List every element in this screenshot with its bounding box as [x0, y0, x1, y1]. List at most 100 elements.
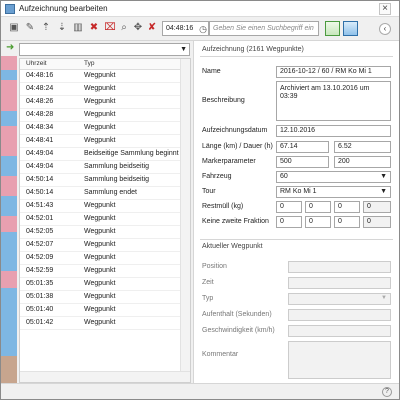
position-field[interactable]: [288, 261, 391, 273]
comment-label: Kommentar: [202, 351, 239, 358]
fraction-field-3[interactable]: 0: [334, 216, 360, 228]
table-row[interactable]: 04:48:26 Wegpunkt: [20, 96, 180, 109]
clock-icon[interactable]: ◷: [197, 23, 209, 35]
cell-time: 04:48:24: [26, 85, 54, 92]
length-field[interactable]: 67.14: [276, 141, 329, 153]
cell-type: Wegpunkt: [84, 228, 116, 235]
table-row[interactable]: 04:52:05 Wegpunkt: [20, 226, 180, 239]
map-toggle-button[interactable]: [343, 21, 358, 36]
arrow-right-icon[interactable]: ➜: [6, 43, 16, 53]
import-icon[interactable]: ⇣: [56, 22, 68, 34]
chevron-down-icon: ▼: [380, 188, 387, 195]
table-row[interactable]: 04:48:28 Wegpunkt: [20, 109, 180, 122]
magnifier-icon[interactable]: ⌕: [118, 22, 130, 34]
fraction-field-1[interactable]: 0: [276, 216, 302, 228]
tour-label: Tour: [202, 188, 216, 195]
table-row[interactable]: 04:49:04 Beidseitige Sammlung beginnt: [20, 148, 180, 161]
marker-label: Markerparameter: [202, 158, 256, 165]
export-icon[interactable]: ⇡: [40, 22, 52, 34]
cell-type: Wegpunkt: [84, 85, 116, 92]
time-field[interactable]: [288, 277, 391, 289]
status-bar: ?: [1, 383, 399, 399]
cell-time: 04:48:28: [26, 111, 54, 118]
cell-time: 04:51:43: [26, 202, 54, 209]
filter-dropdown[interactable]: ▼: [19, 43, 190, 56]
table-row[interactable]: 05:01:40 Wegpunkt: [20, 304, 180, 317]
table-row[interactable]: 04:48:16 Wegpunkt: [20, 70, 180, 83]
trash-icon[interactable]: ▥: [72, 22, 84, 34]
cell-time: 04:52:01: [26, 215, 54, 222]
tour-select[interactable]: RM Ko Mi 1 ▼: [276, 186, 391, 198]
name-field[interactable]: 2016-10-12 / 60 / RM Ko Mi 1: [276, 66, 391, 78]
table-row[interactable]: 04:48:41 Wegpunkt: [20, 135, 180, 148]
waste-field-2[interactable]: 0: [305, 201, 331, 213]
waste-field-1[interactable]: 0: [276, 201, 302, 213]
table-row[interactable]: 04:52:07 Wegpunkt: [20, 239, 180, 252]
comment-field[interactable]: [288, 341, 391, 379]
stay-field[interactable]: [288, 309, 391, 321]
delete-grid-icon[interactable]: ⌧: [104, 22, 116, 34]
cell-time: 04:48:26: [26, 98, 54, 105]
table-row[interactable]: 04:52:59 Wegpunkt: [20, 265, 180, 278]
delete-red-icon[interactable]: ✖: [88, 22, 100, 34]
cell-time: 04:49:04: [26, 163, 54, 170]
vertical-scrollbar[interactable]: [180, 59, 190, 371]
cell-type: Sammlung beidseitig: [84, 163, 149, 170]
table-row[interactable]: 04:48:34 Wegpunkt: [20, 122, 180, 135]
fraction-field-2[interactable]: 0: [305, 216, 331, 228]
stay-label: Aufenthalt (Sekunden): [202, 311, 272, 318]
delete-point-icon[interactable]: ✘: [146, 22, 158, 34]
duration-field[interactable]: 6.52: [334, 141, 391, 153]
horizontal-scrollbar[interactable]: [20, 371, 190, 382]
edit-icon[interactable]: ✎: [24, 22, 36, 34]
speed-label: Geschwindigkeit (km/h): [202, 327, 275, 334]
filter-toggle-button[interactable]: [325, 21, 340, 36]
table-row[interactable]: 05:01:42 Wegpunkt: [20, 317, 180, 330]
table-row[interactable]: 04:48:24 Wegpunkt: [20, 83, 180, 96]
cell-time: 05:01:38: [26, 293, 54, 300]
app-icon: [5, 4, 15, 14]
edit-recording-window: Aufzeichnung bearbeiten × ▣ ✎ ⇡ ⇣ ▥ ✖ ⌧ …: [0, 0, 400, 400]
vehicle-select[interactable]: 60 ▼: [276, 171, 391, 183]
divider: [200, 239, 393, 240]
help-icon[interactable]: ?: [382, 387, 392, 397]
move-icon[interactable]: ✥: [132, 22, 144, 34]
chevron-down-icon: ▼: [380, 173, 387, 180]
waypoint-grid: Uhrzeit Typ 04:48:16 Wegpunkt 04:48:24 Wegp…: [19, 58, 191, 383]
speed-field[interactable]: [288, 325, 391, 337]
table-row[interactable]: 04:52:09 Wegpunkt: [20, 252, 180, 265]
save-icon[interactable]: ▣: [8, 22, 20, 34]
date-field[interactable]: 12.10.2016: [276, 125, 391, 137]
table-row[interactable]: 04:50:14 Sammlung endet: [20, 187, 180, 200]
cell-type: Wegpunkt: [84, 267, 116, 274]
column-header-type[interactable]: Typ: [84, 60, 94, 67]
table-row[interactable]: 04:50:14 Sammlung beidseitig: [20, 174, 180, 187]
title-bar: Aufzeichnung bearbeiten ×: [1, 1, 399, 17]
table-row[interactable]: 05:01:38 Wegpunkt: [20, 291, 180, 304]
cell-type: Wegpunkt: [84, 137, 116, 144]
window-title: Aufzeichnung bearbeiten: [19, 4, 108, 13]
toolbar: ▣ ✎ ⇡ ⇣ ▥ ✖ ⌧ ⌕ ✥ ✘ 04:48:16 ◷ Geben Sie…: [1, 17, 399, 41]
table-row[interactable]: 04:49:04 Sammlung beidseitig: [20, 161, 180, 174]
marker-a-field[interactable]: 500: [276, 156, 329, 168]
waste-field-3[interactable]: 0: [334, 201, 360, 213]
marker-b-field[interactable]: 200: [334, 156, 391, 168]
waste-field-4[interactable]: 0: [363, 201, 391, 213]
table-row[interactable]: 04:52:01 Wegpunkt: [20, 213, 180, 226]
cell-time: 04:52:09: [26, 254, 54, 261]
type-select[interactable]: ▼: [288, 293, 391, 305]
search-input[interactable]: Geben Sie einen Suchbegriff ein: [209, 21, 319, 36]
waypoint-count: (2161 Wegpunkte): [246, 46, 304, 53]
description-label: Beschreibung: [202, 97, 245, 104]
cell-type: Wegpunkt: [84, 202, 116, 209]
fraction-field-4[interactable]: 0: [363, 216, 391, 228]
table-row[interactable]: 04:51:43 Wegpunkt: [20, 200, 180, 213]
cell-time: 04:48:34: [26, 124, 54, 131]
cell-type: Wegpunkt: [84, 293, 116, 300]
cell-type: Wegpunkt: [84, 215, 116, 222]
column-header-time[interactable]: Uhrzeit: [26, 60, 47, 67]
description-field[interactable]: Archiviert am 13.10.2016 um 03:39: [276, 81, 391, 121]
collapse-panel-button[interactable]: ‹: [379, 23, 391, 35]
table-row[interactable]: 05:01:35 Wegpunkt: [20, 278, 180, 291]
close-button[interactable]: ×: [379, 3, 391, 15]
